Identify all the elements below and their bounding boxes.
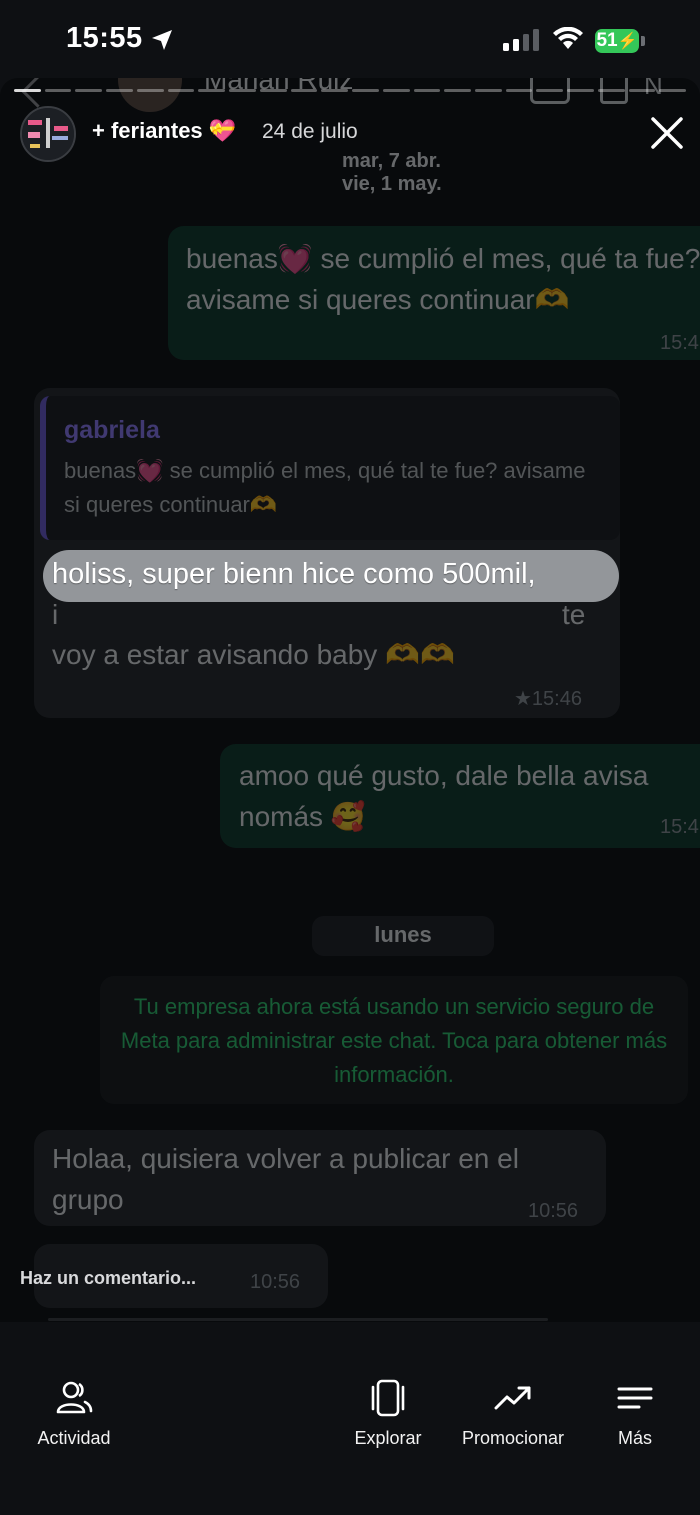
progress-segment xyxy=(198,89,226,92)
progress-segment xyxy=(259,89,287,92)
signal-icon xyxy=(503,29,539,51)
explore-label: Explorar xyxy=(354,1428,422,1448)
people-icon xyxy=(56,1381,93,1414)
battery-indicator: 51 ⚡ xyxy=(595,29,639,53)
progress-segment xyxy=(382,89,410,92)
battery-level: 51 xyxy=(596,30,618,51)
message-time: 15:4 xyxy=(660,816,699,838)
message-text: amoo qué gusto, dale bella avisa nomás 🥰 xyxy=(239,760,649,832)
system-notice: Tu empresa ahora está usando un servicio… xyxy=(120,994,668,1087)
progress-segment xyxy=(321,89,349,92)
progress-segment xyxy=(75,89,103,92)
message-time: 10:56 xyxy=(528,1200,579,1222)
date-separator: mar, 7 abr. xyxy=(342,150,441,172)
progress-segment xyxy=(229,89,256,92)
highlighted-message-text: holiss, super bienn hice como 500mil, xyxy=(52,558,536,590)
day-label: lunes xyxy=(374,922,432,947)
comment-input[interactable]: Haz un comentario... xyxy=(20,1268,196,1289)
back-icon xyxy=(21,78,54,108)
quote-author: gabriela xyxy=(64,416,160,444)
message-time: ★15:46 xyxy=(514,688,582,710)
divider xyxy=(48,1318,548,1321)
progress-segment xyxy=(536,89,564,92)
more-label: Más xyxy=(617,1428,652,1448)
activity-button[interactable]: Actividad xyxy=(30,1378,118,1449)
progress-segment xyxy=(14,89,41,92)
status-time: 15:55 xyxy=(66,22,143,54)
story-viewer[interactable]: Marian Ruiz N mar, 7 abr. vie, 1 may. bu… xyxy=(0,78,700,1322)
progress-segment xyxy=(352,89,379,92)
quote-text: buenas💓 se cumplió el mes, qué tal te fu… xyxy=(64,458,586,517)
message-text: buenas💓 se cumplió el mes, qué ta fue? a… xyxy=(186,243,700,315)
progress-segment xyxy=(659,89,687,92)
activity-label: Actividad xyxy=(37,1428,111,1448)
progress-segment xyxy=(628,89,656,92)
story-progress xyxy=(14,89,687,92)
battery-nub xyxy=(641,36,645,46)
progress-segment xyxy=(413,89,441,92)
progress-segment xyxy=(475,89,502,92)
message-text: Holaa, quisiera volver a publicar en el … xyxy=(52,1143,519,1215)
progress-segment xyxy=(444,89,472,92)
trending-up-icon xyxy=(494,1386,531,1410)
promote-button[interactable]: Promocionar xyxy=(454,1378,572,1449)
group-avatar-image xyxy=(22,108,74,160)
progress-segment xyxy=(505,89,533,92)
message-time: 10:56 xyxy=(250,1271,301,1293)
menu-icon xyxy=(617,1387,653,1409)
more-button[interactable]: Más xyxy=(604,1378,666,1449)
group-name[interactable]: + feriantes 💝 xyxy=(92,118,236,144)
contact-avatar xyxy=(118,78,182,112)
progress-segment xyxy=(136,89,164,92)
group-avatar[interactable] xyxy=(20,106,76,162)
explore-button[interactable]: Explorar xyxy=(348,1378,428,1449)
reply-fragment: i xyxy=(52,599,59,630)
progress-segment xyxy=(44,89,72,92)
progress-segment xyxy=(290,89,318,92)
promote-label: Promocionar xyxy=(461,1428,565,1448)
progress-segment xyxy=(106,89,133,92)
heart-gift-icon: 💝 xyxy=(208,118,237,143)
location-arrow-icon xyxy=(152,30,172,50)
reply-text: voy a estar avisando baby 🫶🫶 xyxy=(52,639,455,670)
group-name-text: + feriantes xyxy=(92,118,203,143)
contact-name: Marian Ruiz xyxy=(204,78,354,95)
progress-segment xyxy=(167,89,195,92)
cards-icon xyxy=(371,1379,405,1417)
progress-segment xyxy=(567,89,594,92)
close-icon[interactable] xyxy=(648,114,686,152)
progress-segment xyxy=(597,89,625,92)
date-separator: vie, 1 may. xyxy=(342,173,442,195)
story-date: 24 de julio xyxy=(262,120,358,143)
wifi-icon xyxy=(553,27,583,49)
message-time: 15:4 xyxy=(660,332,699,354)
